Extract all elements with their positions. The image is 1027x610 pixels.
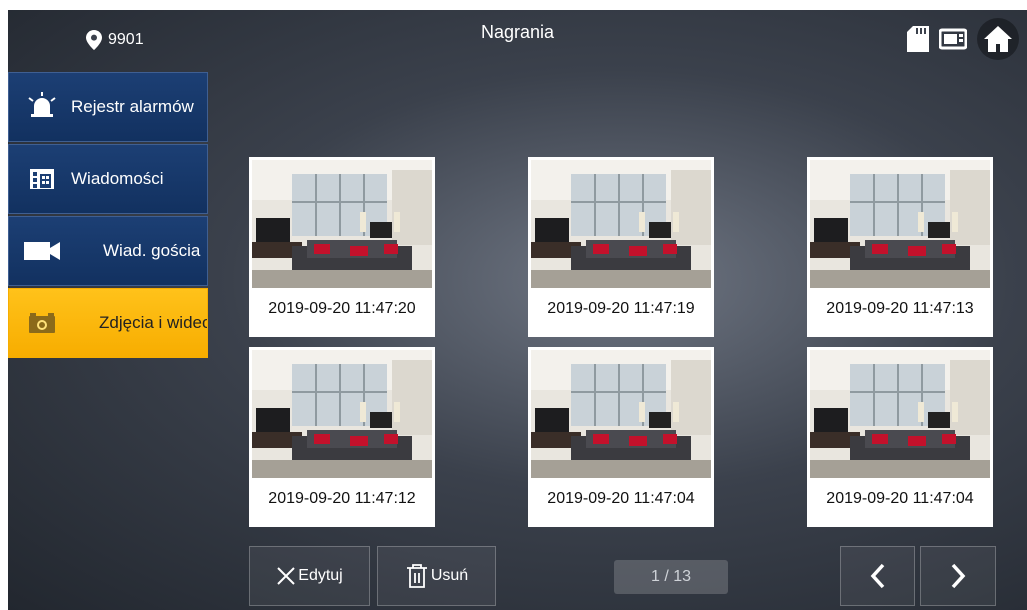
camera-icon bbox=[23, 308, 61, 338]
sidebar-item-label: Rejestr alarmów bbox=[71, 97, 194, 116]
close-icon bbox=[277, 567, 295, 585]
page-indicator: 1 / 13 bbox=[614, 560, 728, 594]
sd-card-icon bbox=[907, 26, 929, 52]
recording-timestamp: 2019-09-20 11:47:13 bbox=[826, 300, 974, 317]
recording-thumbnail-card[interactable]: 2019-09-20 11:47:12 bbox=[249, 347, 435, 527]
sidebar-item-alarm-log[interactable]: Rejestr alarmów bbox=[8, 72, 208, 142]
recording-thumbnail-image bbox=[810, 350, 990, 478]
next-page-button[interactable] bbox=[920, 546, 996, 606]
alarm-icon bbox=[23, 92, 61, 122]
recording-thumbnail-card[interactable]: 2019-09-20 11:47:20 bbox=[249, 157, 435, 337]
sidebar-item-messages[interactable]: Wiadomości bbox=[8, 144, 208, 214]
chevron-right-icon bbox=[951, 563, 966, 589]
recording-thumbnail-card[interactable]: 2019-09-20 11:47:13 bbox=[807, 157, 993, 337]
recording-timestamp: 2019-09-20 11:47:04 bbox=[826, 490, 974, 507]
edit-label: Edytuj bbox=[298, 567, 343, 584]
delete-label: Usuń bbox=[430, 567, 469, 584]
recording-thumbnail-card[interactable]: 2019-09-20 11:47:04 bbox=[528, 347, 714, 527]
chevron-left-icon bbox=[870, 563, 884, 589]
home-icon bbox=[984, 26, 1012, 52]
recording-timestamp: 2019-09-20 11:47:20 bbox=[268, 300, 416, 317]
recording-thumbnail-image bbox=[531, 160, 711, 288]
page-title: Nagrania bbox=[480, 22, 555, 42]
recording-thumbnail-card[interactable]: 2019-09-20 11:47:04 bbox=[807, 347, 993, 527]
previous-page-button[interactable] bbox=[840, 546, 915, 606]
sidebar-item-label: Wiad. gościa bbox=[103, 241, 201, 260]
sidebar: Rejestr alarmów Wiadomości Wiad. gościa … bbox=[8, 72, 208, 360]
recording-thumbnail-card[interactable]: 2019-09-20 11:47:19 bbox=[528, 157, 714, 337]
edit-button[interactable]: Edytuj bbox=[249, 546, 370, 606]
recording-timestamp: 2019-09-20 11:47:04 bbox=[547, 490, 695, 507]
delete-button[interactable]: Usuń bbox=[377, 546, 496, 606]
intercom-device-icon bbox=[939, 26, 967, 52]
recording-thumbnail-image bbox=[531, 350, 711, 478]
sidebar-item-visitor-messages[interactable]: Wiad. gościa bbox=[8, 216, 208, 286]
recording-thumbnail-image bbox=[252, 160, 432, 288]
recording-timestamp: 2019-09-20 11:47:12 bbox=[268, 490, 416, 507]
building-icon bbox=[23, 164, 61, 194]
sidebar-item-label: Wiadomości bbox=[71, 169, 164, 188]
trash-icon bbox=[406, 564, 427, 588]
status-icons bbox=[907, 18, 1019, 60]
recording-timestamp: 2019-09-20 11:47:19 bbox=[547, 300, 695, 317]
recording-thumbnail-image bbox=[810, 160, 990, 288]
home-button[interactable] bbox=[977, 18, 1019, 60]
video-camera-icon bbox=[23, 236, 61, 266]
sidebar-item-label: Zdjęcia i wideo bbox=[99, 313, 208, 332]
top-bar: 9901 Nagrania bbox=[8, 10, 1027, 70]
sidebar-item-photos-videos[interactable]: Zdjęcia i wideo bbox=[8, 288, 208, 358]
recording-thumbnail-image bbox=[252, 350, 432, 478]
screen: 9901 Nagrania Rejestr alarmów Wiadomości… bbox=[8, 10, 1027, 610]
